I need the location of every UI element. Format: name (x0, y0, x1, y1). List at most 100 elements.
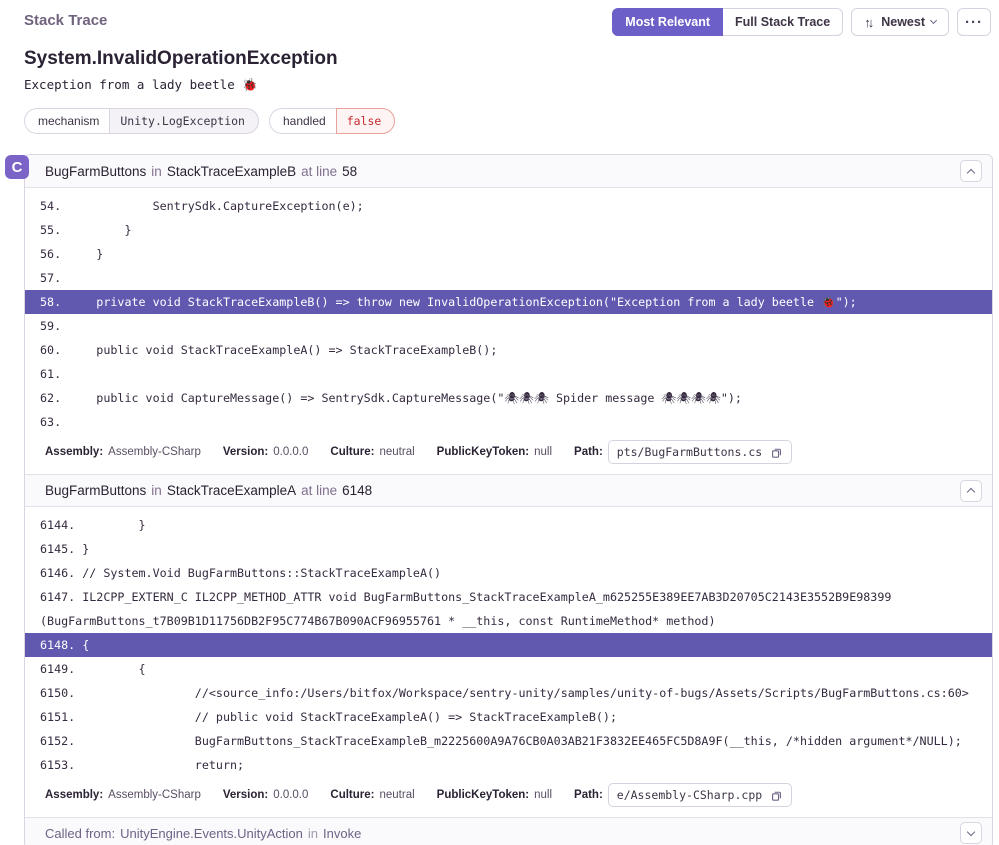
called-from-label: Called from: (45, 826, 115, 841)
sort-button-label: Newest (881, 15, 925, 29)
exception-type-title: System.InvalidOperationException (24, 48, 975, 70)
copy-icon[interactable] (770, 446, 783, 459)
sort-button[interactable]: ↑↓ Newest (851, 8, 949, 36)
assembly-path-value: e/Assembly-CSharp.cpp (617, 788, 762, 802)
code-line: 56. } (25, 242, 992, 266)
code-line: 6147. IL2CPP_EXTERN_C IL2CPP_METHOD_ATTR… (25, 585, 992, 633)
sort-arrows-icon: ↑↓ (864, 15, 871, 30)
csharp-platform-icon: C (5, 155, 29, 179)
frame-header[interactable]: BugFarmButtons in StackTraceExampleB at … (25, 155, 992, 188)
assembly-field: Assembly: Assembly-CSharp (45, 446, 201, 458)
stack-trace-panel: Stack Trace Most Relevant Full Stack Tra… (0, 0, 999, 845)
culture-value: neutral (380, 446, 415, 458)
collapse-frame-button[interactable] (960, 160, 982, 182)
public-key-token-field: PublicKeyToken: null (437, 446, 552, 458)
frame-line-number: 58 (342, 164, 357, 179)
chevron-down-icon (930, 17, 937, 24)
full-stack-trace-button[interactable]: Full Stack Trace (723, 8, 843, 36)
version-value: 0.0.0.0 (273, 789, 308, 801)
path-field: Path: pts/BugFarmButtons.cs (574, 440, 792, 464)
chevron-up-icon (967, 488, 975, 496)
version-field: Version: 0.0.0.0 (223, 789, 309, 801)
assembly-label: Assembly: (45, 446, 103, 458)
code-lines: 6144. }6145. }6146. // System.Void BugFa… (25, 507, 992, 781)
frame-in-label: in (151, 164, 162, 179)
culture-value: neutral (380, 789, 415, 801)
frame-function: StackTraceExampleA (167, 483, 296, 498)
code-line: 59. (25, 314, 992, 338)
token-value: null (534, 446, 552, 458)
assembly-info-bar: Assembly: Assembly-CSharp Version: 0.0.0… (25, 781, 992, 817)
expand-called-from-button[interactable] (960, 822, 982, 844)
code-line: 54. SentrySdk.CaptureException(e); (25, 194, 992, 218)
frame-at-line-label: at line (301, 483, 337, 498)
culture-field: Culture: neutral (330, 789, 414, 801)
code-line: 61. (25, 362, 992, 386)
code-line: 6145. } (25, 537, 992, 561)
called-from-module: UnityEngine.Events.UnityAction (120, 826, 303, 841)
ellipsis-icon: ··· (965, 14, 983, 31)
code-line: 55. } (25, 218, 992, 242)
chevron-down-icon (967, 827, 975, 835)
token-value: null (534, 789, 552, 801)
code-lines: 54. SentrySdk.CaptureException(e);55. }5… (25, 188, 992, 438)
code-line: 6151. // public void StackTraceExampleA(… (25, 705, 992, 729)
version-label: Version: (223, 789, 268, 801)
tags-row: mechanism Unity.LogException handled fal… (24, 108, 975, 134)
version-field: Version: 0.0.0.0 (223, 446, 309, 458)
assembly-path-input[interactable]: pts/BugFarmButtons.cs (608, 440, 792, 464)
frame-at-line-label: at line (301, 164, 337, 179)
frame-module: BugFarmButtons (45, 483, 146, 498)
copy-icon[interactable] (770, 789, 783, 802)
stack-frame: BugFarmButtons in StackTraceExampleB at … (25, 155, 992, 474)
assembly-value: Assembly-CSharp (108, 446, 201, 458)
code-line-highlighted: 58. private void StackTraceExampleB() =>… (25, 290, 992, 314)
tag-value-error: false (336, 108, 396, 134)
frames-list: BugFarmButtons in StackTraceExampleB at … (24, 154, 993, 845)
stack-trace-container: C BugFarmButtons in StackTraceExampleB a… (24, 154, 993, 845)
token-label: PublicKeyToken: (437, 446, 529, 458)
path-label: Path: (574, 789, 603, 801)
frame-module: BugFarmButtons (45, 164, 146, 179)
more-options-button[interactable]: ··· (957, 8, 991, 36)
code-line: 6149. { (25, 657, 992, 681)
stack-frame: BugFarmButtons in StackTraceExampleA at … (25, 474, 992, 817)
called-from-function: Invoke (323, 826, 361, 841)
section-title: Stack Trace (24, 8, 107, 29)
code-line: 6153. return; (25, 753, 992, 777)
code-line-highlighted: 6148. { (25, 633, 992, 657)
public-key-token-field: PublicKeyToken: null (437, 789, 552, 801)
frame-line-number: 6148 (342, 483, 372, 498)
assembly-path-input[interactable]: e/Assembly-CSharp.cpp (608, 783, 792, 807)
tag-value: Unity.LogException (109, 108, 259, 134)
tag-mechanism[interactable]: mechanism Unity.LogException (24, 108, 259, 134)
code-line: 62. public void CaptureMessage() => Sent… (25, 386, 992, 410)
assembly-field: Assembly: Assembly-CSharp (45, 789, 201, 801)
culture-label: Culture: (330, 446, 374, 458)
code-line: 6150. //<source_info:/Users/bitfox/Works… (25, 681, 992, 705)
header-controls: Most Relevant Full Stack Trace ↑↓ Newest… (612, 8, 991, 36)
frame-function: StackTraceExampleB (167, 164, 296, 179)
frame-header[interactable]: BugFarmButtons in StackTraceExampleA at … (25, 474, 992, 507)
assembly-info-bar: Assembly: Assembly-CSharp Version: 0.0.0… (25, 438, 992, 474)
code-line: 6146. // System.Void BugFarmButtons::Sta… (25, 561, 992, 585)
path-field: Path: e/Assembly-CSharp.cpp (574, 783, 792, 807)
code-line: 57. (25, 266, 992, 290)
tag-key: mechanism (24, 108, 109, 134)
code-line: 6144. } (25, 513, 992, 537)
assembly-value: Assembly-CSharp (108, 789, 201, 801)
tag-handled[interactable]: handled false (269, 108, 395, 134)
frame-in-label: in (151, 483, 162, 498)
panel-header: Stack Trace Most Relevant Full Stack Tra… (0, 0, 999, 36)
collapse-frame-button[interactable] (960, 480, 982, 502)
token-label: PublicKeyToken: (437, 789, 529, 801)
assembly-path-value: pts/BugFarmButtons.cs (617, 445, 762, 459)
called-from-in-label: in (308, 826, 318, 841)
culture-label: Culture: (330, 789, 374, 801)
chevron-up-icon (967, 168, 975, 176)
exception-message: Exception from a lady beetle 🐞 (24, 77, 975, 93)
code-line: 60. public void StackTraceExampleA() => … (25, 338, 992, 362)
culture-field: Culture: neutral (330, 446, 414, 458)
tag-key: handled (269, 108, 336, 134)
most-relevant-button[interactable]: Most Relevant (612, 8, 723, 36)
